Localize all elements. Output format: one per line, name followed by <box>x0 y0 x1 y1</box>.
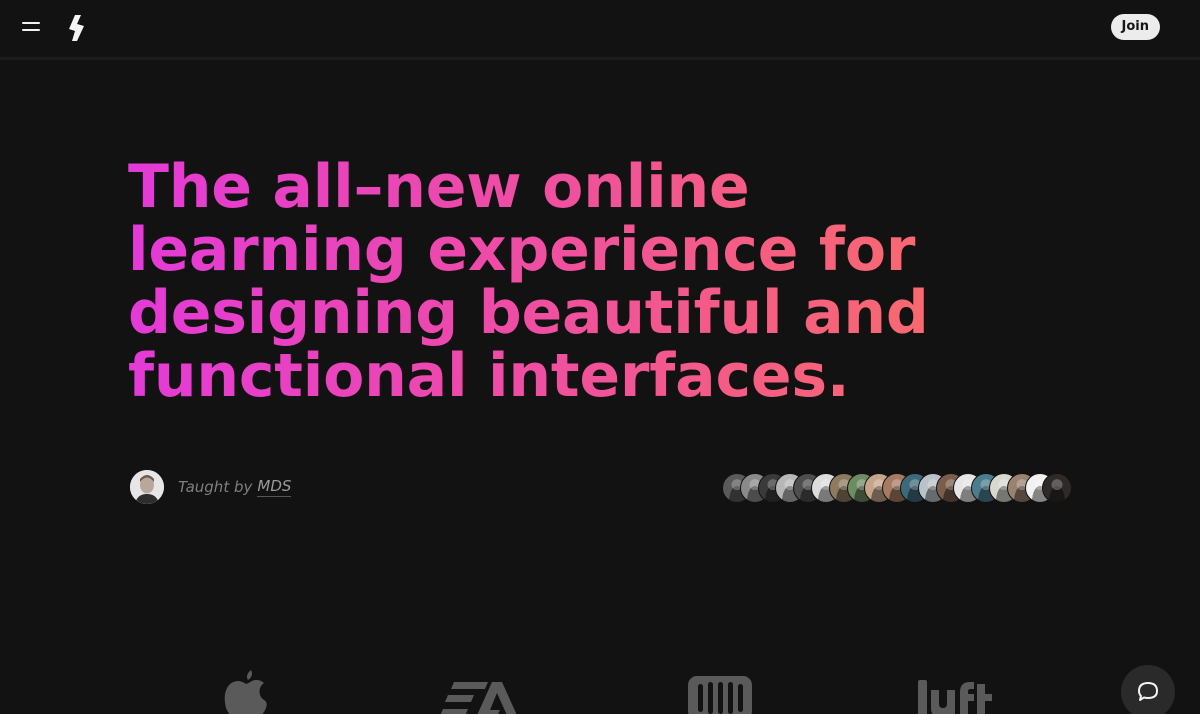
lyft-logo-icon <box>918 680 992 714</box>
lightning-bolt-logo-icon[interactable] <box>67 15 87 41</box>
instructor-avatar <box>130 470 164 504</box>
hero-headline: The all–new online learning experience f… <box>128 156 1028 408</box>
hamburger-menu-icon[interactable] <box>22 20 42 34</box>
headline-line: designing beautiful and <box>128 278 929 348</box>
chat-bubble-icon <box>1138 682 1158 701</box>
intercom-logo-icon <box>688 676 752 714</box>
chat-launcher-button[interactable] <box>1121 665 1175 714</box>
headline-line: functional interfaces. <box>128 341 850 411</box>
instructor-credit: Taught by MDS <box>130 469 292 505</box>
apple-logo-icon <box>224 670 267 714</box>
headline-line: learning experience for <box>128 215 916 285</box>
top-navigation-bar: Join <box>0 0 1200 60</box>
headline-line: The all–new online <box>128 152 750 222</box>
student-avatars <box>722 473 1082 503</box>
landing-page: Join The all–new online learning experie… <box>0 0 1200 714</box>
instructor-name-link[interactable]: MDS <box>257 477 292 497</box>
student-avatar <box>1042 473 1073 503</box>
taught-by-label: Taught by <box>178 478 253 496</box>
join-button[interactable]: Join <box>1110 14 1160 40</box>
ea-logo-icon <box>440 682 517 714</box>
